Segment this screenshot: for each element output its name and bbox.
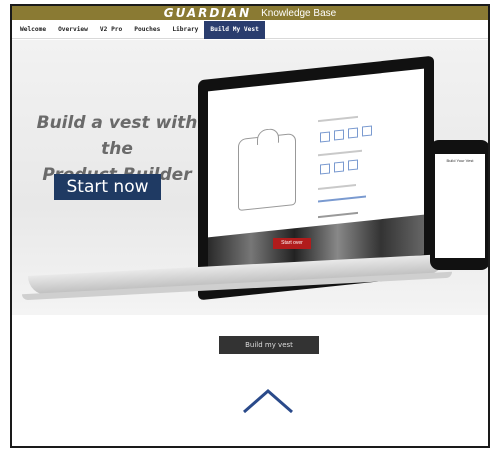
nav-item-welcome[interactable]: Welcome xyxy=(14,21,52,39)
start-now-button[interactable]: Start now xyxy=(54,174,161,200)
option-swatch xyxy=(362,125,372,137)
option-swatch xyxy=(334,161,344,173)
nav-item-library[interactable]: Library xyxy=(166,21,204,39)
phone-title: Build Your Vest xyxy=(446,158,474,163)
hero-banner: Build a vest with the Product Builder St… xyxy=(12,40,488,315)
nav-item-pouches[interactable]: Pouches xyxy=(128,21,166,39)
vest-diagram xyxy=(238,132,296,212)
option-swatch xyxy=(348,127,358,139)
nav-item-v2-pro[interactable]: V2 Pro xyxy=(94,21,128,39)
top-banner: GUARDIAN Knowledge Base xyxy=(12,6,488,20)
brand-logo: GUARDIAN xyxy=(163,6,252,20)
option-swatch xyxy=(320,131,330,143)
start-over-button: Start over xyxy=(273,238,311,249)
option-swatch xyxy=(320,163,330,175)
hero-headline-line1: Build a vest with the xyxy=(36,113,198,159)
option-swatch xyxy=(334,129,344,141)
page-frame: GUARDIAN Knowledge Base Welcome Overview… xyxy=(10,4,490,448)
main-nav: Welcome Overview V2 Pro Pouches Library … xyxy=(12,20,488,39)
nav-item-build-my-vest[interactable]: Build My Vest xyxy=(204,20,265,39)
build-my-vest-button[interactable]: Build my vest xyxy=(219,336,319,354)
nav-item-overview[interactable]: Overview xyxy=(52,21,94,39)
option-swatch xyxy=(348,159,358,171)
site-subtitle: Knowledge Base xyxy=(261,7,337,19)
chevron-up-icon[interactable] xyxy=(242,388,294,414)
phone-screen xyxy=(435,154,485,258)
